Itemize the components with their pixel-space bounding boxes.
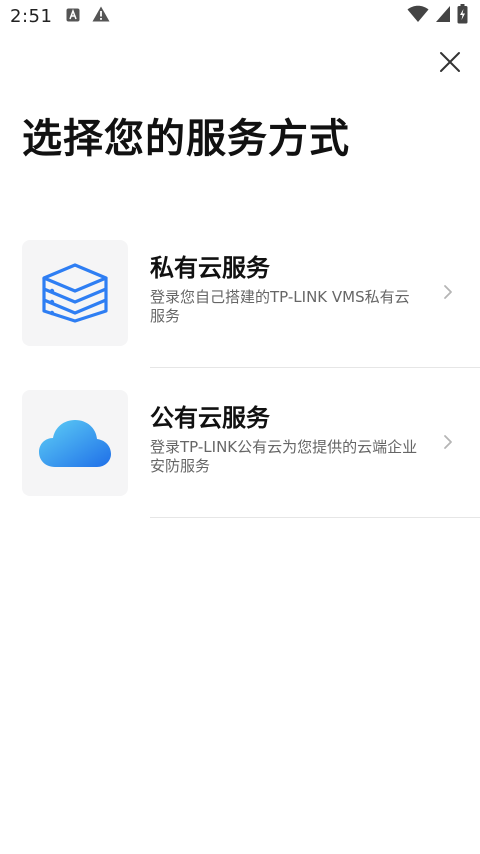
status-time: 2:51 <box>10 5 53 27</box>
public-cloud-description: 登录TP-LINK公有云为您提供的云端企业安防服务 <box>150 438 418 475</box>
signal-icon <box>435 5 451 27</box>
private-cloud-icon-tile <box>22 240 128 346</box>
wifi-icon <box>407 5 429 27</box>
public-cloud-icon-tile <box>22 390 128 496</box>
private-cloud-option[interactable]: 私有云服务 登录您自己搭建的TP-LINK VMS私有云服务 <box>0 218 480 368</box>
private-cloud-description: 登录您自己搭建的TP-LINK VMS私有云服务 <box>150 288 410 325</box>
chevron-right-icon <box>444 285 452 299</box>
battery-icon <box>457 4 468 28</box>
status-bar: 2:51 <box>0 0 480 32</box>
chevron-right-icon <box>444 435 452 449</box>
status-notification-icons <box>66 6 110 26</box>
app-notification-icon <box>66 7 80 26</box>
private-cloud-title: 私有云服务 <box>150 254 270 282</box>
screen: 2:51 选择您的服务方式 私有云服务 登录您自己搭建的TP-LINK VMS私… <box>0 0 480 854</box>
page-title: 选择您的服务方式 <box>22 116 350 162</box>
public-cloud-option[interactable]: 公有云服务 登录TP-LINK公有云为您提供的云端企业安防服务 <box>0 368 480 518</box>
close-icon <box>440 52 460 72</box>
server-stack-icon <box>42 263 108 323</box>
status-system-icons <box>407 4 468 28</box>
public-cloud-title: 公有云服务 <box>150 404 270 432</box>
divider <box>150 517 480 518</box>
close-button[interactable] <box>434 46 466 78</box>
cloud-icon <box>39 420 111 467</box>
warning-icon <box>92 6 110 26</box>
